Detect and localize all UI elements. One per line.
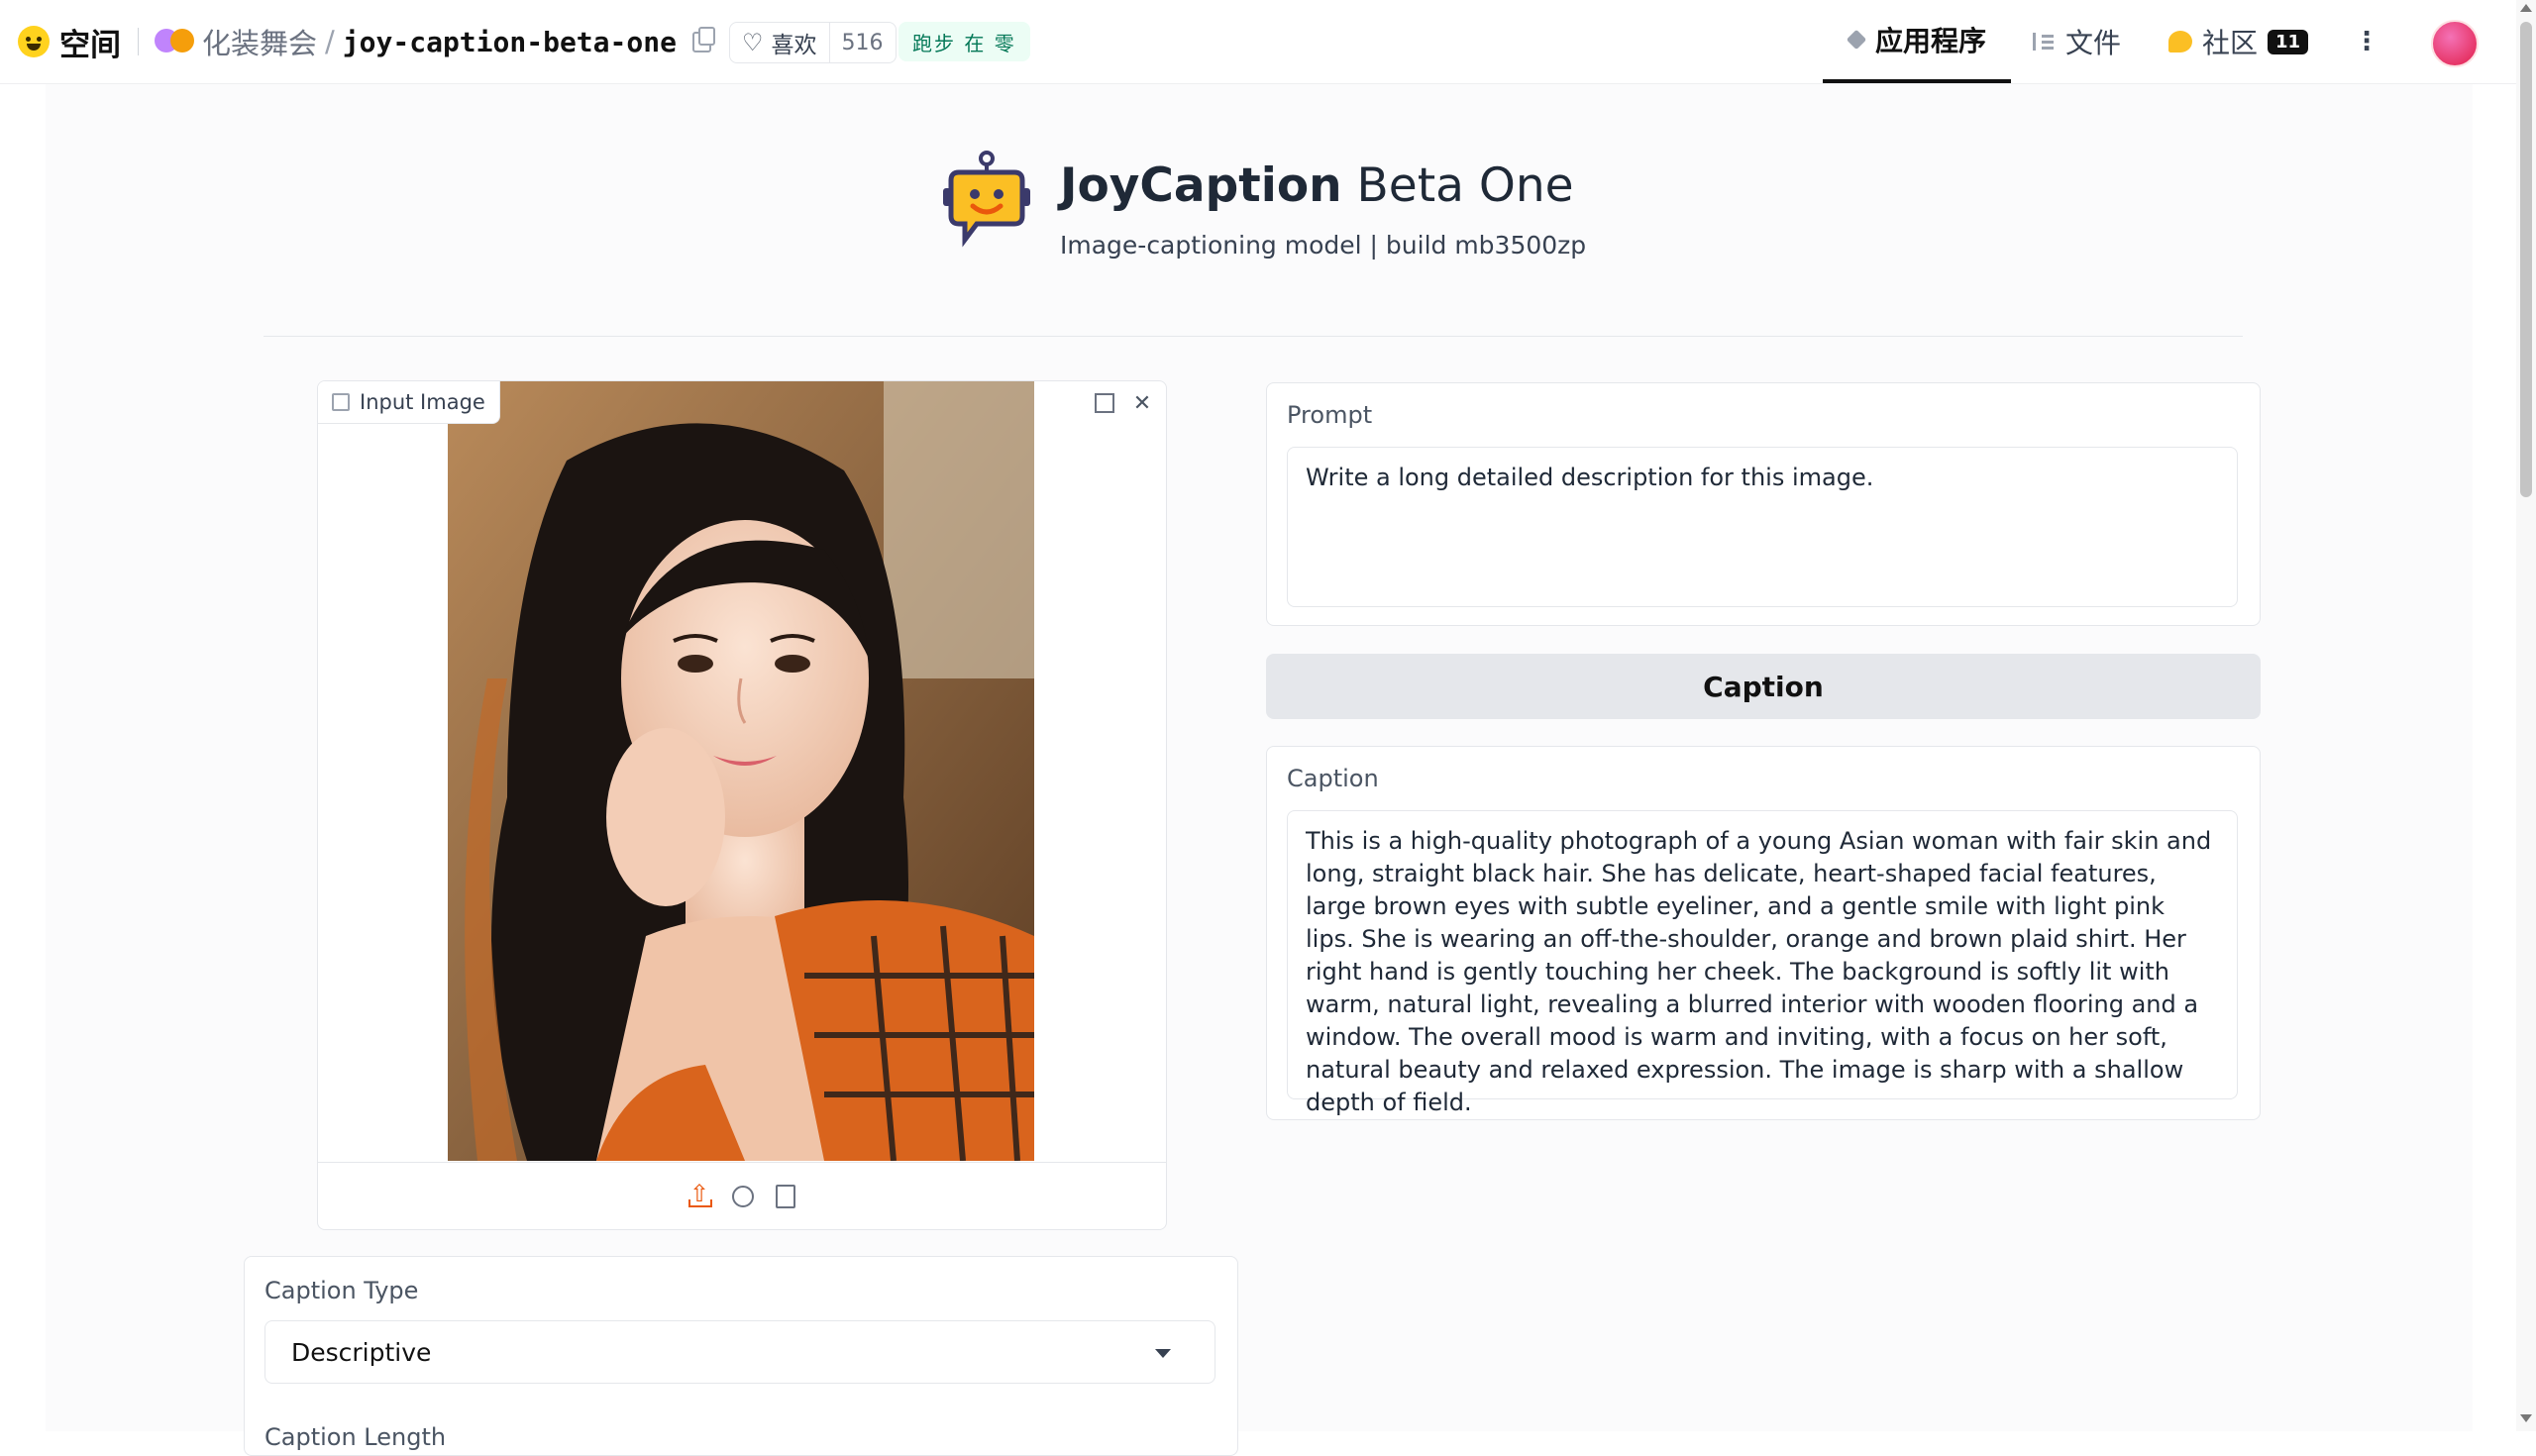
caption-type-dropdown[interactable]: Descriptive	[264, 1320, 1215, 1384]
like-count[interactable]: 516	[828, 23, 896, 62]
prompt-panel: Prompt Write a long detailed description…	[1266, 382, 2261, 626]
caption-output-label: Caption	[1287, 765, 1379, 792]
tab-app[interactable]: 应用程序	[1823, 0, 2011, 83]
caption-type-panel: Caption Type Descriptive Caption Length	[244, 1256, 1238, 1456]
image-source-toolbar	[318, 1162, 1166, 1229]
caption-button[interactable]: Caption	[1266, 654, 2261, 719]
uploaded-photo	[448, 381, 1034, 1161]
prompt-label: Prompt	[1287, 401, 1373, 429]
header-divider	[264, 336, 2243, 337]
input-image-label: Input Image	[318, 381, 500, 424]
fullscreen-icon	[1095, 393, 1114, 413]
caption-output-panel: Caption This is a high-quality photograp…	[1266, 746, 2261, 1120]
user-avatar[interactable]	[2431, 20, 2479, 67]
hugging-face-icon	[18, 26, 50, 57]
like-button[interactable]: ♡ 喜欢 516	[729, 22, 897, 63]
page-scrollbar[interactable]	[2516, 0, 2536, 1431]
caret-down-icon	[1155, 1349, 1171, 1358]
breadcrumb-separator: /	[325, 25, 335, 58]
close-icon: ✕	[1132, 390, 1152, 416]
breadcrumb: 化装舞会 / joy-caption-beta-one	[155, 21, 715, 62]
org-avatar[interactable]	[155, 29, 194, 54]
org-name-link[interactable]: 化装舞会	[202, 21, 317, 62]
caption-type-label: Caption Type	[264, 1277, 419, 1304]
top-bar: 空间 化装舞会 / joy-caption-beta-one ♡ 喜欢 516 …	[0, 0, 2516, 84]
image-icon	[332, 393, 350, 411]
input-image-panel[interactable]: Input Image ✕	[317, 380, 1167, 1230]
webcam-icon[interactable]	[732, 1186, 754, 1207]
more-options-button[interactable]: ⋮	[2344, 22, 2389, 61]
page-title: JoyCaption Beta One	[1060, 158, 1574, 213]
tab-community[interactable]: 社区 11	[2168, 0, 2309, 83]
scroll-up-arrow-icon[interactable]	[2520, 4, 2532, 12]
scroll-down-arrow-icon[interactable]	[2520, 1414, 2532, 1422]
community-icon	[2168, 31, 2192, 52]
tab-files[interactable]: 文件	[2033, 0, 2121, 83]
heart-icon: ♡	[742, 29, 764, 56]
tab-files-label: 文件	[2065, 27, 2122, 59]
like-label: 喜欢	[771, 33, 817, 58]
scrollbar-thumb[interactable]	[2520, 22, 2532, 497]
tab-community-label: 社区	[2202, 27, 2259, 59]
community-count-badge: 11	[2268, 29, 2309, 54]
caption-output-textarea[interactable]: This is a high-quality photograph of a y…	[1287, 810, 2238, 1116]
caption-type-selected: Descriptive	[291, 1337, 432, 1367]
files-icon	[2033, 33, 2056, 51]
status-badge[interactable]: 跑步 在 零	[898, 22, 1030, 61]
clear-image-button[interactable]: ✕	[1126, 387, 1158, 419]
spaces-home-link[interactable]: 空间	[18, 22, 121, 63]
clipboard-icon[interactable]	[776, 1185, 795, 1208]
divider	[138, 28, 139, 55]
upload-icon[interactable]	[688, 1180, 712, 1207]
tab-app-label: 应用程序	[1874, 25, 1986, 57]
app-header: JoyCaption Beta One Image-captioning mod…	[937, 151, 1586, 260]
robot-logo-icon	[937, 151, 1036, 250]
page-subtitle: Image-captioning model | build mb3500zp	[1060, 231, 1587, 260]
prompt-textarea[interactable]: Write a long detailed description for th…	[1287, 447, 2238, 607]
cube-icon	[1846, 29, 1867, 51]
fullscreen-button[interactable]	[1089, 387, 1120, 419]
caption-length-label: Caption Length	[264, 1423, 447, 1451]
repo-name-link[interactable]: joy-caption-beta-one	[343, 26, 677, 58]
brand-label: 空间	[59, 27, 121, 63]
copy-icon[interactable]	[691, 26, 715, 52]
